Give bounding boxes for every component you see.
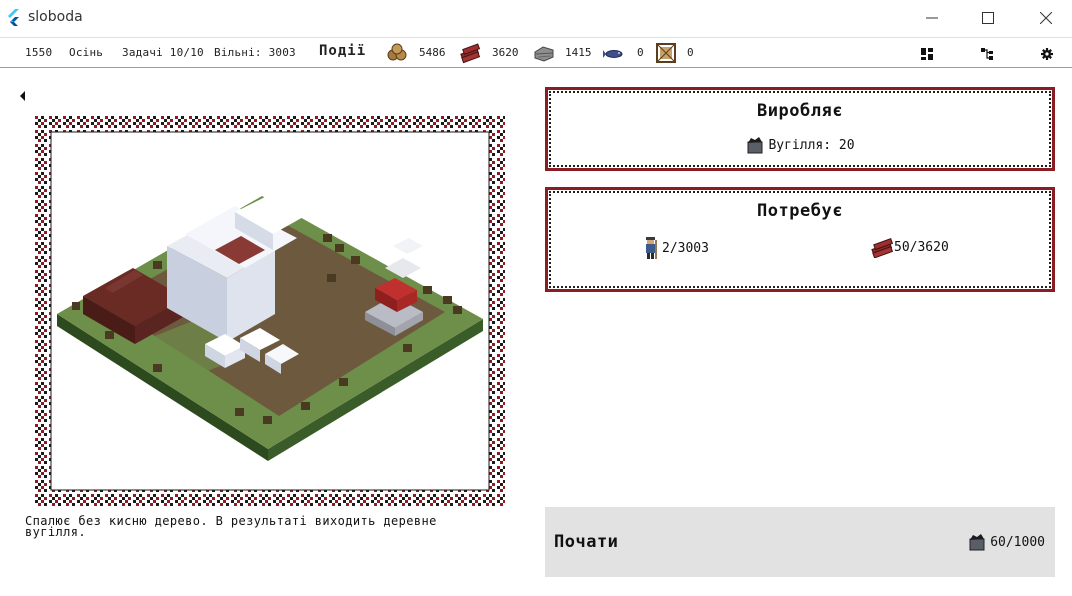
fur-value: 0 bbox=[687, 46, 694, 59]
status-bar: 1550 Осінь Задачі 10/10 Вільні: 3003 Под… bbox=[0, 37, 1072, 68]
settings-gear-icon[interactable] bbox=[1041, 48, 1053, 60]
close-icon bbox=[1040, 12, 1052, 24]
required-workers-value: 2/3003 bbox=[662, 240, 709, 256]
fish-icon bbox=[603, 50, 623, 58]
stone-icon bbox=[534, 46, 554, 62]
title-bar: sloboda bbox=[0, 0, 1072, 36]
start-production-button[interactable]: Почати 60/1000 bbox=[545, 507, 1055, 577]
required-wood-value: 50/3620 bbox=[894, 239, 949, 255]
building-image-frame bbox=[35, 116, 505, 508]
start-label: Почати bbox=[554, 532, 619, 552]
wood-bundle-icon bbox=[871, 238, 894, 258]
building-description: Спалює без кисню дерево. В результаті ви… bbox=[25, 514, 437, 539]
fur-frame-icon bbox=[656, 43, 676, 63]
tree-structure-icon[interactable] bbox=[981, 48, 993, 60]
close-button[interactable] bbox=[1016, 0, 1072, 36]
maximize-icon bbox=[982, 12, 994, 24]
dashboard-icon[interactable] bbox=[921, 48, 933, 60]
produces-panel: Виробляє Вугілля: 20 bbox=[545, 87, 1055, 171]
minimize-button[interactable] bbox=[902, 0, 962, 36]
logs-value: 5486 bbox=[419, 46, 446, 59]
start-cost-value: 60/1000 bbox=[990, 534, 1045, 550]
produces-title: Виробляє bbox=[757, 101, 843, 121]
produces-item: Вугілля: 20 bbox=[548, 135, 1052, 155]
minimize-icon bbox=[926, 17, 938, 19]
tasks-counter: Задачі 10/10 bbox=[122, 46, 204, 59]
logs-icon bbox=[387, 43, 407, 61]
season-value: Осінь bbox=[69, 46, 104, 59]
year-value: 1550 bbox=[25, 46, 53, 59]
charcoal-icon bbox=[969, 534, 985, 551]
events-button[interactable]: Події bbox=[319, 43, 366, 59]
stone-value: 1415 bbox=[565, 46, 592, 59]
worker-icon bbox=[646, 237, 657, 259]
back-arrow-icon[interactable] bbox=[18, 89, 28, 103]
requires-panel: Потребує 2/3003 50/3620 bbox=[545, 187, 1055, 292]
free-workers: Вільні: 3003 bbox=[214, 46, 296, 59]
charcoal-icon bbox=[747, 137, 763, 154]
produces-item-label: Вугілля: 20 bbox=[768, 137, 855, 153]
wood-value: 3620 bbox=[492, 46, 519, 59]
requires-title: Потребує bbox=[757, 201, 843, 221]
wood-bundle-icon bbox=[460, 43, 481, 64]
window-title: sloboda bbox=[28, 9, 83, 25]
maximize-button[interactable] bbox=[958, 0, 1018, 36]
flutter-logo-icon bbox=[8, 9, 19, 26]
start-cost: 60/1000 bbox=[967, 532, 1045, 552]
fish-value: 0 bbox=[637, 46, 644, 59]
required-workers: 2/3003 bbox=[640, 236, 709, 260]
required-wood: 50/3620 bbox=[870, 236, 949, 258]
